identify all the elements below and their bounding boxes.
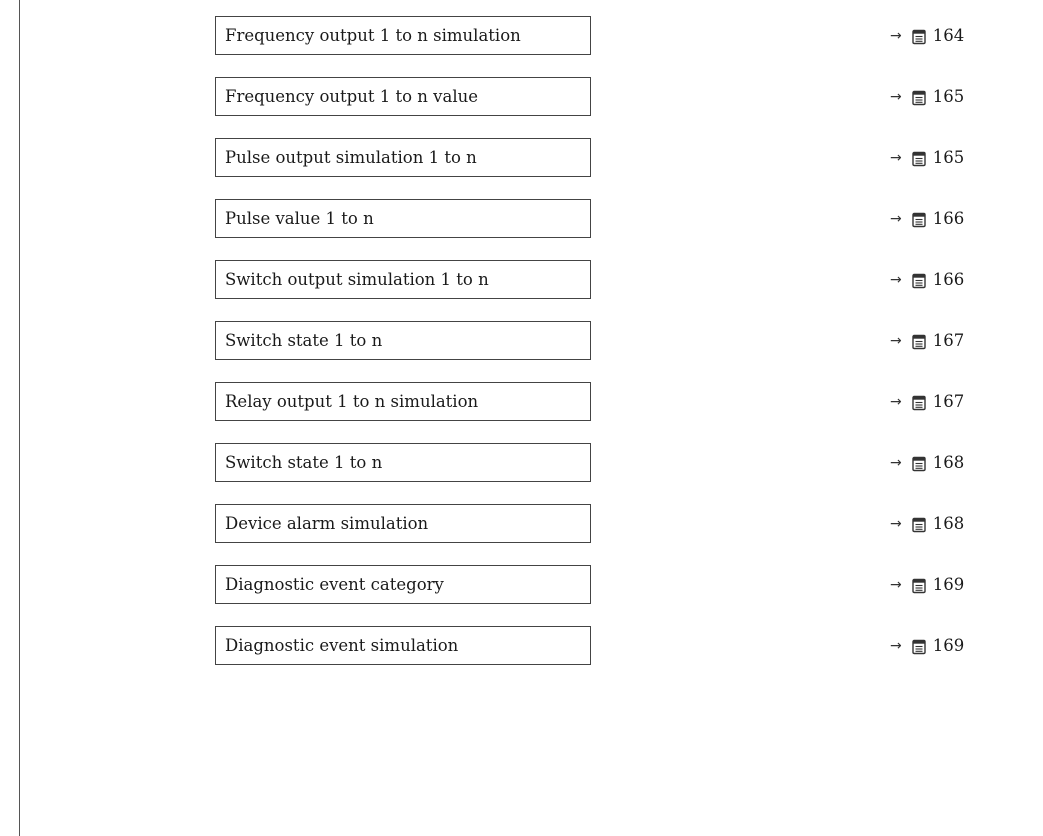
parameter-row: Pulse output simulation 1 to n → 165: [0, 138, 1043, 179]
book-icon: [912, 151, 926, 166]
page-reference-link[interactable]: → 164: [890, 16, 964, 55]
parameter-box[interactable]: Diagnostic event category: [215, 565, 591, 604]
right-arrow-icon: →: [890, 149, 902, 166]
parameter-row: Switch state 1 to n → 167: [0, 321, 1043, 362]
book-icon: [912, 639, 926, 654]
parameter-row: Relay output 1 to n simulation → 167: [0, 382, 1043, 423]
book-icon: [912, 578, 926, 593]
parameter-box[interactable]: Device alarm simulation: [215, 504, 591, 543]
page-reference-link[interactable]: → 169: [890, 565, 964, 604]
parameter-row: Pulse value 1 to n → 166: [0, 199, 1043, 240]
parameter-box[interactable]: Switch state 1 to n: [215, 443, 591, 482]
page-number: 165: [932, 87, 965, 106]
page-number: 169: [932, 575, 965, 594]
page-reference-link[interactable]: → 165: [890, 138, 964, 177]
page-number: 168: [932, 453, 965, 472]
page-number: 168: [932, 514, 965, 533]
book-icon: [912, 273, 926, 288]
right-arrow-icon: →: [890, 210, 902, 227]
parameter-row: Switch state 1 to n → 168: [0, 443, 1043, 484]
page-number: 165: [932, 148, 965, 167]
page-reference-link[interactable]: → 166: [890, 199, 964, 238]
right-arrow-icon: →: [890, 393, 902, 410]
page-number: 167: [932, 392, 965, 411]
book-icon: [912, 456, 926, 471]
right-arrow-icon: →: [890, 271, 902, 288]
parameter-row: Device alarm simulation → 168: [0, 504, 1043, 545]
page-number: 164: [932, 26, 965, 45]
page-reference-link[interactable]: → 166: [890, 260, 964, 299]
book-icon: [912, 395, 926, 410]
page-reference-link[interactable]: → 167: [890, 382, 964, 421]
book-icon: [912, 517, 926, 532]
parameter-box[interactable]: Diagnostic event simulation: [215, 626, 591, 665]
right-arrow-icon: →: [890, 515, 902, 532]
right-arrow-icon: →: [890, 637, 902, 654]
page-reference-link[interactable]: → 167: [890, 321, 964, 360]
parameter-box[interactable]: Pulse value 1 to n: [215, 199, 591, 238]
book-icon: [912, 90, 926, 105]
page-number: 169: [932, 636, 965, 655]
page-number: 166: [932, 209, 965, 228]
right-arrow-icon: →: [890, 88, 902, 105]
parameter-row: Frequency output 1 to n value → 165: [0, 77, 1043, 118]
right-arrow-icon: →: [890, 454, 902, 471]
parameter-row: Switch output simulation 1 to n → 166: [0, 260, 1043, 301]
page-reference-link[interactable]: → 168: [890, 504, 964, 543]
book-icon: [912, 212, 926, 227]
parameter-row: Diagnostic event category → 169: [0, 565, 1043, 606]
parameter-row: Diagnostic event simulation → 169: [0, 626, 1043, 667]
right-arrow-icon: →: [890, 576, 902, 593]
page-reference-link[interactable]: → 165: [890, 77, 964, 116]
right-arrow-icon: →: [890, 27, 902, 44]
parameter-box[interactable]: Switch state 1 to n: [215, 321, 591, 360]
parameter-box[interactable]: Frequency output 1 to n simulation: [215, 16, 591, 55]
parameter-box[interactable]: Pulse output simulation 1 to n: [215, 138, 591, 177]
page-number: 167: [932, 331, 965, 350]
page-reference-link[interactable]: → 168: [890, 443, 964, 482]
parameter-box[interactable]: Relay output 1 to n simulation: [215, 382, 591, 421]
page-number: 166: [932, 270, 965, 289]
parameter-box[interactable]: Frequency output 1 to n value: [215, 77, 591, 116]
parameter-box[interactable]: Switch output simulation 1 to n: [215, 260, 591, 299]
book-icon: [912, 334, 926, 349]
book-icon: [912, 29, 926, 44]
page-reference-link[interactable]: → 169: [890, 626, 964, 665]
parameter-row: Frequency output 1 to n simulation → 164: [0, 16, 1043, 57]
right-arrow-icon: →: [890, 332, 902, 349]
